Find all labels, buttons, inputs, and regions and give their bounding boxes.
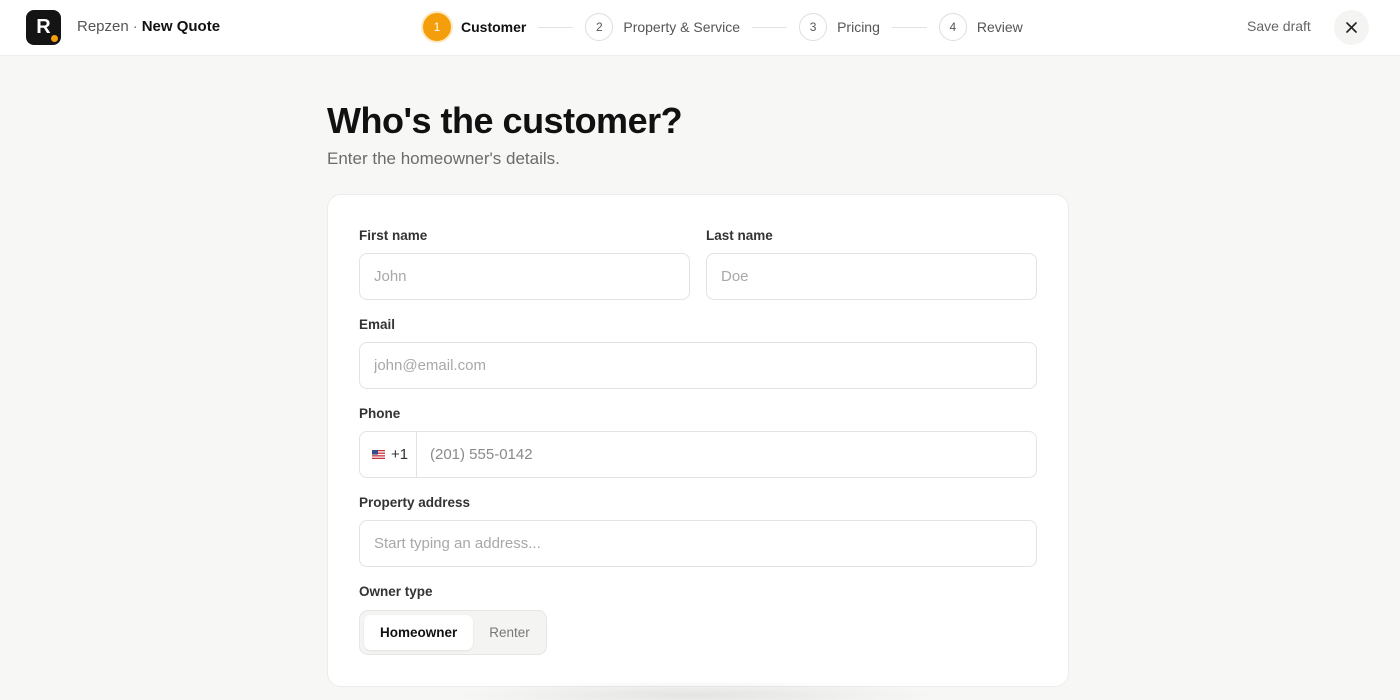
page-heading: Who's the customer? bbox=[327, 100, 683, 141]
step-number: 3 bbox=[799, 13, 828, 41]
phone-input[interactable] bbox=[417, 432, 1036, 477]
step-label: Customer bbox=[461, 19, 527, 35]
breadcrumb-separator: · bbox=[132, 18, 138, 35]
close-icon bbox=[1346, 22, 1357, 33]
logo-dot bbox=[51, 35, 58, 42]
us-flag-icon bbox=[372, 450, 385, 459]
first-name-input[interactable] bbox=[359, 253, 690, 300]
last-name-label: Last name bbox=[706, 228, 773, 243]
page-title: New Quote bbox=[141, 18, 221, 35]
step-property-service[interactable]: 2 Property & Service bbox=[585, 13, 740, 41]
step-number: 4 bbox=[938, 13, 967, 41]
stepper: 1 Customer 2 Property & Service 3 Pricin… bbox=[423, 13, 1023, 41]
last-name-input[interactable] bbox=[706, 253, 1037, 300]
owner-type-homeowner[interactable]: Homeowner bbox=[364, 615, 474, 650]
step-pricing[interactable]: 3 Pricing bbox=[799, 13, 880, 41]
step-review[interactable]: 4 Review bbox=[938, 13, 1023, 41]
email-input[interactable] bbox=[359, 342, 1037, 389]
step-label: Property & Service bbox=[623, 19, 741, 35]
first-name-label: First name bbox=[359, 228, 428, 243]
step-number: 2 bbox=[585, 13, 614, 41]
page-subheading: Enter the homeowner's details. bbox=[327, 149, 560, 168]
step-label: Pricing bbox=[837, 19, 880, 35]
step-label: Review bbox=[976, 19, 1023, 35]
step-connector bbox=[891, 26, 927, 28]
country-code-selector[interactable]: +1 bbox=[360, 432, 417, 477]
dial-code: +1 bbox=[391, 446, 409, 463]
owner-type-label: Owner type bbox=[359, 584, 433, 599]
phone-label: Phone bbox=[359, 406, 401, 421]
customer-form-card: First name Last name Email Phone +1 Prop… bbox=[327, 194, 1069, 687]
step-customer[interactable]: 1 Customer bbox=[423, 13, 526, 41]
owner-type-toggle: Homeowner Renter bbox=[359, 610, 547, 655]
step-connector bbox=[538, 26, 574, 28]
top-bar: R Repzen · New Quote 1 Customer 2 Property… bbox=[0, 0, 1400, 56]
phone-field: +1 bbox=[359, 431, 1037, 478]
close-button[interactable] bbox=[1334, 10, 1369, 45]
property-address-input[interactable] bbox=[359, 520, 1037, 567]
bottom-shadow bbox=[450, 680, 940, 700]
app-logo[interactable]: R bbox=[26, 10, 61, 45]
breadcrumb: Repzen · New Quote bbox=[77, 18, 220, 35]
email-label: Email bbox=[359, 317, 396, 332]
property-address-label: Property address bbox=[359, 495, 471, 510]
brand-name: Repzen bbox=[77, 18, 129, 35]
step-connector bbox=[752, 26, 788, 28]
owner-type-renter[interactable]: Renter bbox=[473, 615, 546, 650]
step-number: 1 bbox=[423, 13, 451, 41]
logo-letter: R bbox=[36, 16, 51, 38]
save-draft-button[interactable]: Save draft bbox=[1247, 18, 1311, 34]
